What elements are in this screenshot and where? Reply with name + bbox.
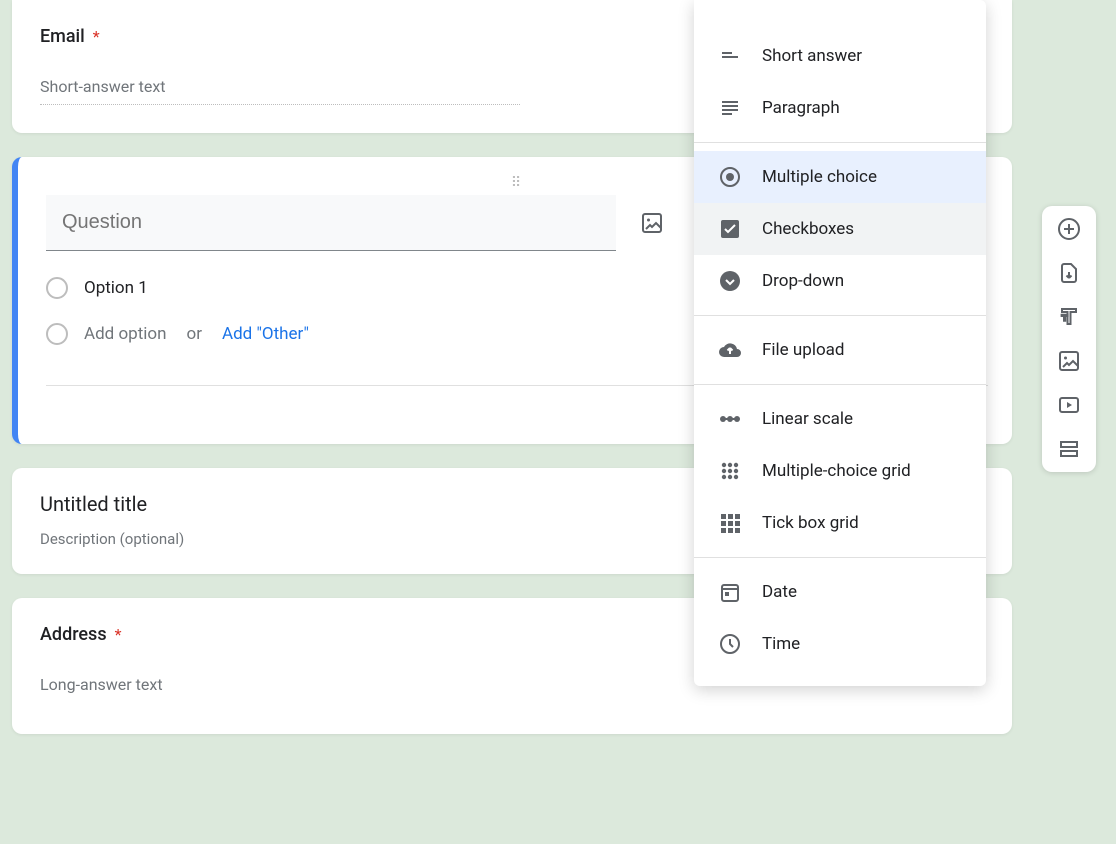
menu-label: Time <box>762 634 800 654</box>
import-questions-button[interactable] <box>1056 260 1082 286</box>
option-1-label[interactable]: Option 1 <box>84 278 148 298</box>
radio-icon <box>46 323 68 345</box>
menu-item-short-answer[interactable]: Short answer <box>694 30 986 82</box>
paragraph-icon <box>718 96 742 120</box>
tickbox-grid-icon <box>718 511 742 535</box>
menu-item-checkboxes[interactable]: Checkboxes <box>694 203 986 255</box>
menu-item-dropdown[interactable]: Drop-down <box>694 255 986 307</box>
address-label: Address <box>40 624 107 645</box>
checkboxes-icon <box>718 217 742 241</box>
menu-label: File upload <box>762 340 844 360</box>
menu-label: Paragraph <box>762 98 840 118</box>
add-video-button[interactable] <box>1056 392 1082 418</box>
menu-label: Short answer <box>762 46 862 66</box>
file-upload-icon <box>718 338 742 362</box>
menu-item-multiple-choice[interactable]: Multiple choice <box>694 151 986 203</box>
menu-item-file-upload[interactable]: File upload <box>694 324 986 376</box>
menu-separator <box>694 557 986 558</box>
add-image-icon[interactable] <box>640 211 664 235</box>
date-icon <box>718 580 742 604</box>
mc-grid-icon <box>718 459 742 483</box>
menu-label: Checkboxes <box>762 219 854 239</box>
menu-item-multiple-choice-grid[interactable]: Multiple-choice grid <box>694 445 986 497</box>
dropdown-icon <box>718 269 742 293</box>
add-other-link[interactable]: Add "Other" <box>222 324 309 344</box>
menu-label: Linear scale <box>762 409 853 429</box>
add-section-button[interactable] <box>1056 436 1082 462</box>
menu-item-time[interactable]: Time <box>694 618 986 670</box>
required-asterisk: * <box>93 27 100 46</box>
short-answer-placeholder: Short-answer text <box>40 77 520 105</box>
radio-icon <box>46 277 68 299</box>
linear-scale-icon <box>718 407 742 431</box>
menu-separator <box>694 315 986 316</box>
menu-label: Multiple-choice grid <box>762 461 911 481</box>
menu-label: Tick box grid <box>762 513 859 533</box>
menu-item-date[interactable]: Date <box>694 566 986 618</box>
or-text: or <box>187 324 202 344</box>
add-image-button[interactable] <box>1056 348 1082 374</box>
menu-separator <box>694 384 986 385</box>
question-title-input[interactable] <box>46 195 616 251</box>
question-type-menu[interactable]: Short answer Paragraph Multiple choice C… <box>694 0 986 686</box>
time-icon <box>718 632 742 656</box>
menu-item-linear-scale[interactable]: Linear scale <box>694 393 986 445</box>
add-question-button[interactable] <box>1056 216 1082 242</box>
menu-label: Multiple choice <box>762 167 877 187</box>
email-label: Email <box>40 26 85 47</box>
add-option-label[interactable]: Add option <box>84 324 167 344</box>
required-asterisk: * <box>115 625 122 644</box>
menu-item-tickbox-grid[interactable]: Tick box grid <box>694 497 986 549</box>
menu-separator <box>694 142 986 143</box>
multiple-choice-icon <box>718 165 742 189</box>
menu-label: Drop-down <box>762 271 844 291</box>
add-title-button[interactable] <box>1056 304 1082 330</box>
menu-label: Date <box>762 582 797 602</box>
menu-item-paragraph[interactable]: Paragraph <box>694 82 986 134</box>
short-answer-icon <box>718 44 742 68</box>
side-toolbar <box>1042 206 1096 472</box>
